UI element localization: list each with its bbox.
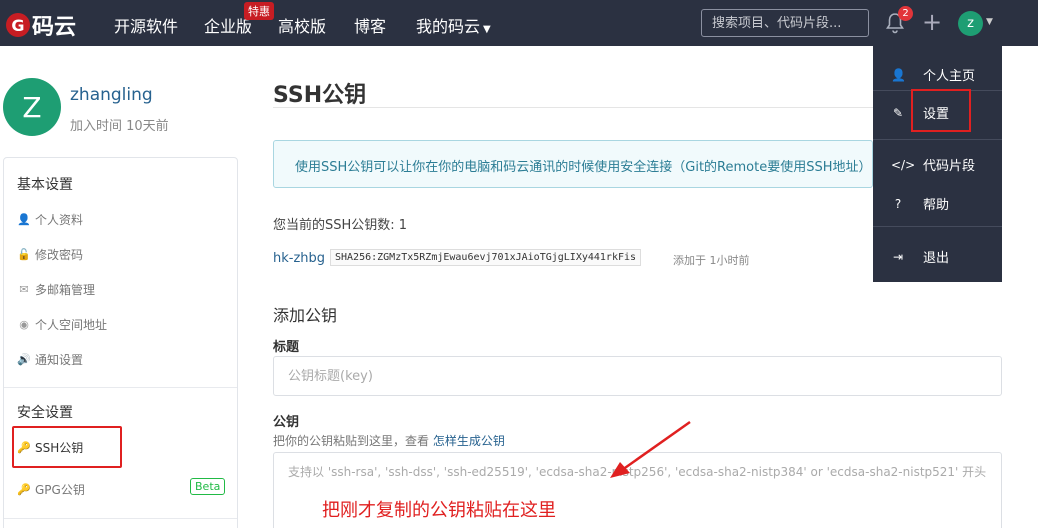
dropdown-item-homepage[interactable]: 👤 个人主页 <box>891 65 976 85</box>
ssh-key-fingerprint: SHA256:ZGMzTx5RZmjEwau6evj701xJAioTGjgLI… <box>330 249 642 266</box>
profile-joined-time: 加入时间 10天前 <box>70 119 169 134</box>
help-icon: ? <box>894 196 902 211</box>
key-field-hint: 把你的公钥粘贴到这里，查看 怎样生成公钥 <box>273 432 505 449</box>
sidebar-item-notifications[interactable]: 🔊 通知设置 <box>17 351 83 368</box>
sidebar-item-gpg-keys[interactable]: 🔑 GPG公钥 <box>17 481 85 498</box>
edit-icon: ✎ <box>892 105 904 120</box>
settings-sidebar: 基本设置 👤 个人资料 🔓 修改密码 ✉ 多邮箱管理 ◉ 个人空间地址 🔊 通知设置 安全… <box>3 157 238 528</box>
dropdown-divider <box>873 226 1002 227</box>
key-title-input[interactable] <box>273 356 1002 396</box>
beta-badge: Beta <box>190 478 226 495</box>
dropdown-item-label: 退出 <box>923 251 950 266</box>
sidebar-item-label: GPG公钥 <box>35 483 85 497</box>
notification-count-badge: 2 <box>898 6 913 21</box>
sidebar-group-basic: 基本设置 <box>17 177 73 193</box>
sidebar-item-label: 个人空间地址 <box>35 318 108 332</box>
dropdown-item-logout[interactable]: ⇥ 退出 <box>891 247 950 267</box>
user-dropdown-menu: 👤 个人主页 ✎ 设置 </> 代码片段 ? 帮助 ⇥ 退出 <box>873 46 1002 282</box>
volume-icon: 🔊 <box>17 353 31 366</box>
plus-icon[interactable]: + <box>922 10 942 34</box>
nav-my-gitee-label: 我的码云 <box>416 17 481 36</box>
dropdown-item-help[interactable]: ? 帮助 <box>891 194 950 214</box>
highlight-box-ssh <box>12 426 122 468</box>
nav-my-gitee[interactable]: 我的码云 ▼ <box>416 13 491 37</box>
top-navbar: G 码云 开源软件 企业版 特惠 高校版 博客 我的码云▼ 2 + z ▼ <box>0 0 1038 46</box>
nav-education[interactable]: 高校版 <box>278 13 326 37</box>
hint-text: 把你的公钥粘贴到这里，查看 <box>273 434 433 448</box>
page-title: SSH公钥 <box>273 83 367 108</box>
dropdown-item-label: 个人主页 <box>923 69 976 84</box>
brand-name: 码云 <box>32 15 77 40</box>
sidebar-item-emails[interactable]: ✉ 多邮箱管理 <box>17 281 95 298</box>
lock-icon: 🔓 <box>17 248 31 261</box>
highlight-box-settings <box>911 89 971 132</box>
sidebar-item-password[interactable]: 🔓 修改密码 <box>17 246 83 263</box>
key-field-label: 公钥 <box>273 415 300 430</box>
sidebar-item-profile[interactable]: 👤 个人资料 <box>17 211 83 228</box>
profile-avatar: Z <box>3 78 61 136</box>
sidebar-item-label: 通知设置 <box>35 353 84 367</box>
compass-icon: ◉ <box>19 318 29 331</box>
user-avatar-button[interactable]: z <box>958 11 983 36</box>
sidebar-item-label: 多邮箱管理 <box>35 283 96 297</box>
nav-open-source[interactable]: 开源软件 <box>114 13 178 37</box>
how-to-generate-link[interactable]: 怎样生成公钥 <box>433 434 505 448</box>
sidebar-item-label: 修改密码 <box>35 248 84 262</box>
user-icon: 👤 <box>891 67 906 82</box>
annotation-text: 把刚才复制的公钥粘贴在这里 <box>322 500 556 521</box>
brand-logo[interactable]: G 码云 <box>6 9 76 41</box>
promo-badge: 特惠 <box>244 2 274 20</box>
dropdown-item-snippets[interactable]: </> 代码片段 <box>891 155 976 175</box>
logo-mark: G <box>6 13 30 37</box>
key-icon: 🔑 <box>17 483 31 496</box>
dropdown-divider <box>873 139 1002 140</box>
chevron-down-icon: ▼ <box>483 24 491 35</box>
title-divider <box>273 107 873 108</box>
search-input[interactable] <box>701 9 869 37</box>
ssh-key-count: 您当前的SSH公钥数: 1 <box>273 218 408 233</box>
dropdown-item-label: 帮助 <box>923 198 950 213</box>
ssh-key-added-time: 添加于 1小时前 <box>673 254 750 267</box>
title-field-label: 标题 <box>273 340 300 355</box>
chevron-down-icon[interactable]: ▼ <box>986 17 993 27</box>
info-message: 使用SSH公钥可以让你在你的电脑和码云通讯的时候使用安全连接（Git的Remot… <box>273 140 873 188</box>
logout-icon: ⇥ <box>892 249 904 264</box>
dropdown-item-label: 代码片段 <box>923 159 976 174</box>
profile-username[interactable]: zhangling <box>70 85 153 105</box>
sidebar-divider <box>4 387 237 388</box>
mail-icon: ✉ <box>19 283 29 296</box>
user-icon: 👤 <box>17 213 31 226</box>
sidebar-item-space-address[interactable]: ◉ 个人空间地址 <box>17 316 107 333</box>
add-key-heading: 添加公钥 <box>273 306 338 325</box>
sidebar-divider <box>4 518 237 519</box>
ssh-key-name[interactable]: hk-zhbg <box>273 251 325 266</box>
annotation-arrow-icon <box>610 420 691 478</box>
sidebar-group-security: 安全设置 <box>17 405 73 421</box>
sidebar-item-label: 个人资料 <box>35 213 84 227</box>
code-icon: </> <box>891 157 916 172</box>
nav-blog[interactable]: 博客 <box>354 13 386 37</box>
